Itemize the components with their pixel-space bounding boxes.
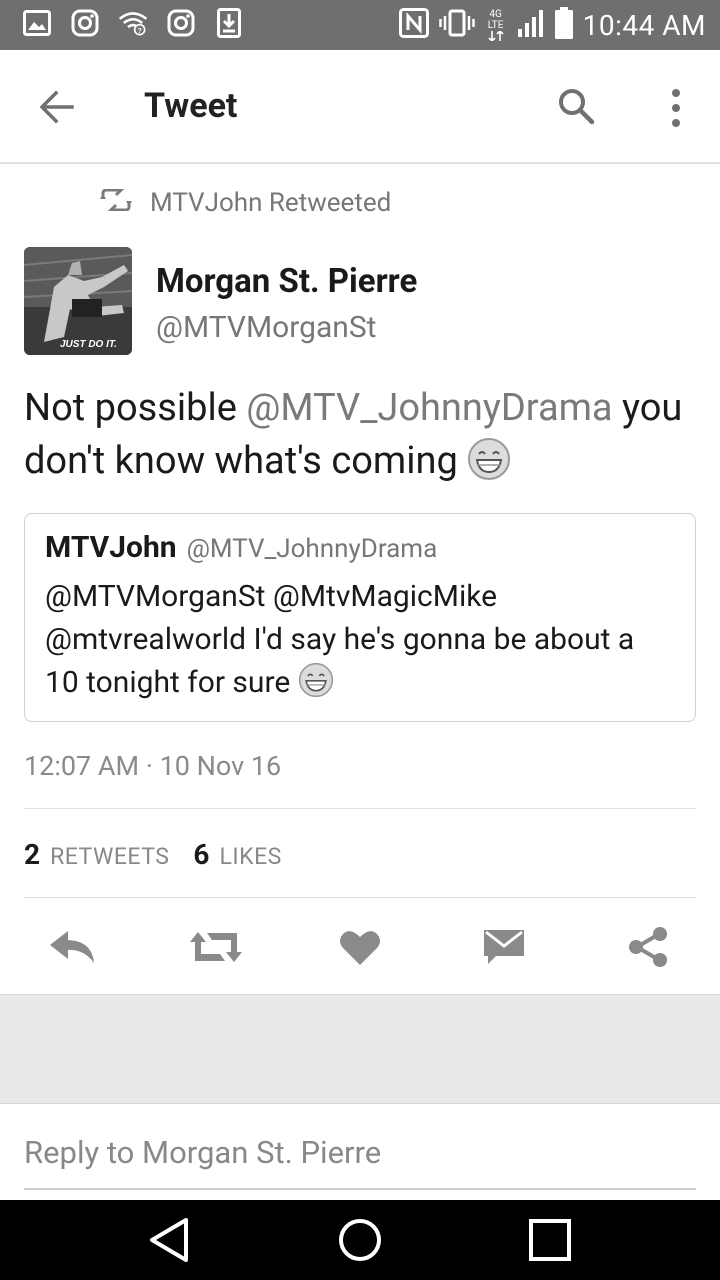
quoted-tweet-text: @MTVMorganSt @MtvMagicMike @mtvrealworld… bbox=[45, 575, 675, 704]
quoted-author-name: MTVJohn bbox=[45, 530, 177, 565]
retweet-count-label[interactable]: RETWEETS bbox=[50, 843, 169, 870]
reply-composer[interactable]: Reply to Morgan St. Pierre bbox=[0, 1104, 720, 1200]
gallery-icon bbox=[22, 8, 52, 38]
tweet-text: Not possible @MTV_JohnnyDrama you don't … bbox=[24, 382, 704, 488]
page-title: Tweet bbox=[144, 86, 238, 126]
like-count[interactable]: 6 bbox=[193, 838, 209, 871]
empty-replies-area bbox=[0, 994, 720, 1104]
grinning-emoji-icon bbox=[298, 662, 334, 698]
avatar[interactable]: JUST DO IT. bbox=[24, 247, 132, 355]
more-vert-icon[interactable] bbox=[664, 88, 688, 128]
retweet-icon[interactable] bbox=[188, 924, 244, 970]
avatar-caption: JUST DO IT. bbox=[60, 339, 117, 350]
engagement-counts: 2 RETWEETS 6 LIKES bbox=[24, 838, 296, 871]
reply-input-underline bbox=[24, 1188, 696, 1190]
retweet-small-icon bbox=[100, 187, 132, 218]
divider bbox=[24, 897, 696, 898]
status-icons-right: 4G LTE 10:44 AM bbox=[398, 6, 706, 44]
share-icon[interactable] bbox=[620, 924, 676, 970]
vibrate-icon bbox=[438, 8, 475, 42]
network-type-icon: 4G LTE bbox=[485, 9, 507, 41]
back-triangle-icon[interactable] bbox=[146, 1216, 194, 1264]
tweet-text-prefix: Not possible bbox=[24, 386, 247, 430]
recents-square-icon[interactable] bbox=[526, 1216, 574, 1264]
author-name[interactable]: Morgan St. Pierre bbox=[156, 262, 417, 301]
status-bar: ? 4G LTE 10:44 AM bbox=[0, 0, 720, 50]
signal-icon bbox=[517, 8, 545, 42]
quoted-tweet-header: MTVJohn @MTV_JohnnyDrama bbox=[45, 530, 675, 565]
instagram-icon bbox=[166, 8, 196, 38]
battery-icon bbox=[554, 7, 573, 43]
home-circle-icon[interactable] bbox=[336, 1216, 384, 1264]
reply-icon[interactable] bbox=[44, 924, 100, 970]
app-bar: Tweet bbox=[0, 50, 720, 164]
arrow-left-icon[interactable] bbox=[36, 86, 78, 128]
divider bbox=[24, 808, 696, 809]
retweet-context-label: MTVJohn Retweeted bbox=[150, 188, 392, 218]
quoted-tweet-body: @MTVMorganSt @MtvMagicMike @mtvrealworld… bbox=[45, 579, 635, 700]
retweet-count[interactable]: 2 bbox=[24, 838, 40, 871]
wifi-icon: ? bbox=[118, 8, 148, 38]
status-time: 10:44 AM bbox=[582, 8, 706, 42]
retweet-context[interactable]: MTVJohn Retweeted bbox=[100, 187, 392, 218]
download-icon bbox=[214, 8, 244, 38]
quoted-author-handle: @MTV_JohnnyDrama bbox=[186, 534, 438, 564]
like-count-label[interactable]: LIKES bbox=[220, 843, 282, 870]
instagram-icon bbox=[70, 8, 100, 38]
reply-input[interactable]: Reply to Morgan St. Pierre bbox=[24, 1134, 381, 1171]
status-icons-left: ? bbox=[22, 8, 244, 38]
system-nav-bar bbox=[0, 1200, 720, 1280]
nfc-icon bbox=[398, 8, 429, 42]
quoted-tweet[interactable]: MTVJohn @MTV_JohnnyDrama @MTVMorganSt @M… bbox=[24, 513, 696, 722]
action-bar bbox=[0, 912, 720, 982]
like-icon[interactable] bbox=[332, 924, 388, 970]
author-handle[interactable]: @MTVMorganSt bbox=[156, 310, 377, 345]
svg-text:?: ? bbox=[137, 26, 142, 35]
direct-message-icon[interactable] bbox=[476, 924, 532, 970]
tweet-timestamp: 12:07 AM · 10 Nov 16 bbox=[24, 750, 282, 782]
grinning-emoji-icon bbox=[467, 437, 511, 481]
mention-link[interactable]: @MTV_JohnnyDrama bbox=[246, 386, 612, 430]
search-icon[interactable] bbox=[556, 86, 596, 126]
